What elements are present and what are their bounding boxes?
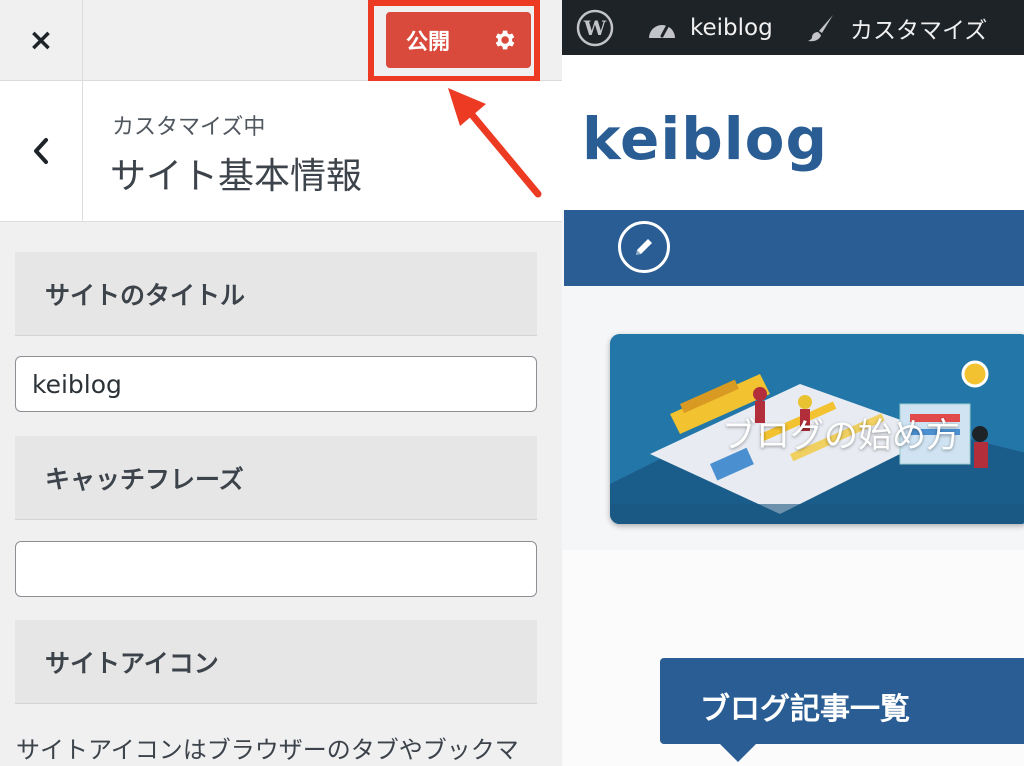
svg-text:W: W (583, 16, 607, 40)
site-preview: W keiblog カスタマイズ keiblog ブログの始め方 ブログ記事一覧 (562, 0, 1024, 766)
edit-shortcut-button[interactable] (618, 221, 670, 273)
chevron-left-icon (34, 138, 48, 164)
admin-bar-customize[interactable]: カスタマイズ (806, 0, 987, 55)
site-header: keiblog (562, 55, 1024, 210)
posts-heading: ブログ記事一覧 (660, 658, 1024, 762)
site-icon-label: サイトアイコン (15, 620, 537, 704)
breadcrumb: カスタマイズ中 (112, 115, 266, 140)
close-button[interactable]: × (0, 0, 83, 80)
nav-bar (564, 210, 1024, 286)
customizer-panel: × 公開 カスタマイズ中 サイト基本情報 サイトのタイトル キャッチフレーズ サ… (0, 0, 563, 766)
admin-bar-site-name: keiblog (690, 14, 773, 41)
admin-bar-site[interactable]: keiblog (646, 0, 773, 55)
back-button[interactable] (0, 81, 83, 221)
tagline-label: キャッチフレーズ (15, 436, 537, 520)
heading-tail (720, 744, 756, 762)
highlight-box (368, 0, 540, 82)
wordpress-icon: W (576, 9, 614, 46)
dashboard-icon (649, 23, 675, 38)
banner-card[interactable]: ブログの始め方 (610, 334, 1024, 524)
customizer-header: × 公開 (0, 0, 562, 82)
posts-heading-text: ブログ記事一覧 (700, 692, 910, 727)
section-header: カスタマイズ中 サイト基本情報 (0, 81, 562, 222)
site-title-input[interactable] (15, 356, 537, 412)
paintbrush-icon (808, 14, 833, 41)
site-icon-description: サイトアイコンはブラウザーのタブやブックマ (16, 736, 519, 764)
close-icon: × (28, 22, 54, 58)
pencil-icon (636, 239, 652, 255)
section-title: サイト基本情報 (110, 156, 363, 197)
banner-title: ブログの始め方 (722, 416, 960, 456)
wordpress-logo[interactable]: W (576, 0, 614, 55)
site-title-label: サイトのタイトル (15, 252, 537, 336)
admin-bar: W keiblog カスタマイズ (562, 0, 1024, 55)
admin-bar-customize-label: カスタマイズ (850, 17, 988, 44)
site-title[interactable]: keiblog (582, 105, 828, 173)
tagline-input[interactable] (15, 541, 537, 597)
